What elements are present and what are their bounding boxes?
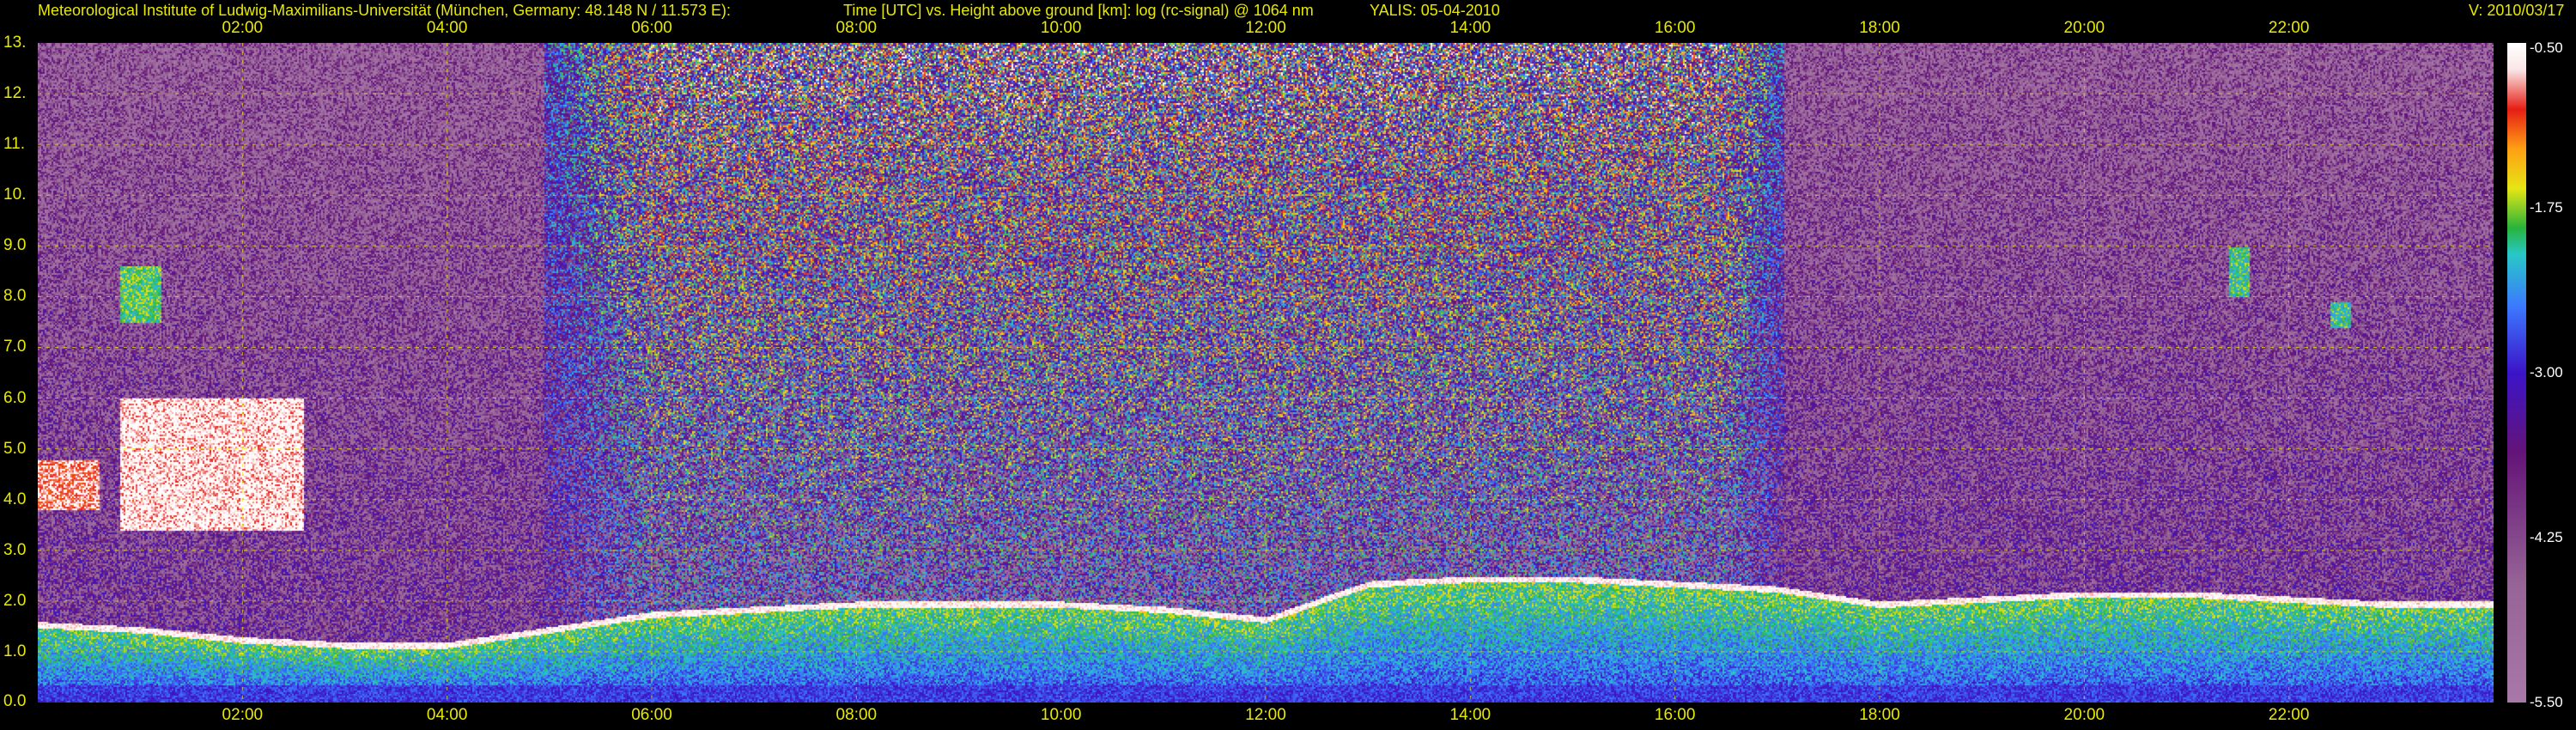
lidar-heatmap	[38, 43, 2494, 703]
x-tick-label-bottom: 04:00	[426, 706, 468, 724]
x-tick-label-bottom: 18:00	[1859, 706, 1900, 724]
x-tick-label-top: 08:00	[835, 19, 878, 37]
y-tick-label: 3.0	[3, 540, 27, 559]
x-tick-label-top: 02:00	[222, 19, 264, 37]
x-tick-label-bottom: 14:00	[1449, 706, 1492, 724]
x-tick-label-top: 12:00	[1245, 19, 1286, 37]
x-tick-label-top: 16:00	[1654, 19, 1696, 37]
y-tick-label: 5.0	[3, 439, 27, 458]
colorbar-tick-label: -4.25	[2530, 529, 2563, 545]
colorbar-tick-label: -0.50	[2530, 40, 2563, 56]
x-tick-label-top: 04:00	[426, 19, 468, 37]
x-tick-label-bottom: 20:00	[2063, 706, 2105, 724]
x-tick-label-top: 20:00	[2063, 19, 2105, 37]
y-tick-label: 9.0	[3, 236, 27, 255]
x-tick-label-bottom: 12:00	[1245, 706, 1286, 724]
y-tick-label: 1.0	[3, 642, 27, 660]
x-tick-label-top: 18:00	[1859, 19, 1900, 37]
header-axes-description: Time [UTC] vs. Height above ground [km]:…	[843, 2, 1314, 19]
x-tick-label-bottom: 10:00	[1040, 706, 1082, 724]
y-tick-label: 6.0	[3, 388, 27, 407]
x-tick-label-bottom: 02:00	[222, 706, 264, 724]
y-tick-label: 13.	[3, 33, 27, 52]
y-tick-label: 12.	[3, 84, 27, 103]
header-institute: Meteorological Institute of Ludwig-Maxim…	[38, 2, 732, 19]
x-tick-label-bottom: 16:00	[1654, 706, 1696, 724]
y-tick-label: 10.	[3, 186, 27, 204]
header-instrument-date: YALIS: 05-04-2010	[1370, 2, 1500, 19]
x-tick-label-bottom: 06:00	[631, 706, 672, 724]
y-tick-label: 8.0	[3, 287, 27, 306]
x-tick-label-top: 14:00	[1449, 19, 1492, 37]
y-tick-label: 11.	[3, 135, 26, 154]
x-tick-label-bottom: 08:00	[835, 706, 878, 724]
colorbar-tick-label: -5.50	[2530, 694, 2563, 710]
colorbar-tick-label: -3.00	[2530, 364, 2563, 380]
colorbar-tick-label: -1.75	[2530, 199, 2563, 216]
header-version: V: 2010/03/17	[2469, 2, 2565, 19]
y-tick-label: 7.0	[3, 338, 27, 356]
colorbar	[2507, 43, 2526, 703]
y-tick-label: 4.0	[3, 490, 27, 508]
x-tick-label-bottom: 22:00	[2268, 706, 2310, 724]
y-tick-label: 2.0	[3, 591, 27, 610]
x-tick-label-top: 10:00	[1040, 19, 1082, 37]
x-tick-label-top: 22:00	[2268, 19, 2310, 37]
y-tick-label: 0.0	[3, 692, 27, 710]
x-tick-label-top: 06:00	[631, 19, 672, 37]
